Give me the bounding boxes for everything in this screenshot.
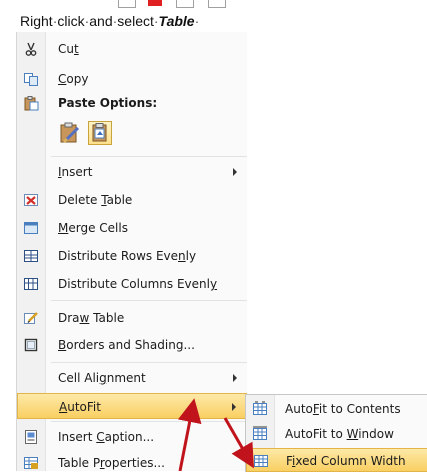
context-menu: Cut Copy Paste Options: Insert Delete Ta — [16, 32, 247, 471]
submenu-arrow-icon — [233, 374, 237, 382]
menu-item-cut[interactable]: Cut — [17, 36, 247, 62]
menu-item-label: Delete Table — [58, 193, 133, 207]
menu-item-autofit-contents[interactable]: AutoFit to Contents — [246, 397, 427, 421]
menu-item-cell-alignment[interactable]: Cell Alignment — [17, 365, 247, 391]
menu-item-table-properties[interactable]: Table Properties... — [17, 450, 247, 476]
menu-item-label: Copy — [58, 72, 89, 86]
menu-item-borders-shading[interactable]: Borders and Shading... — [17, 332, 247, 358]
red-highlight-fragment — [148, 0, 162, 6]
menu-item-label: AutoFit to Window — [285, 427, 394, 441]
menu-item-label: Draw Table — [58, 311, 125, 325]
menu-item-label: Distribute Rows Evenly — [58, 249, 197, 263]
paste-text-icon — [92, 123, 107, 142]
menu-item-label: AutoFit — [59, 400, 101, 414]
fixed-width-icon — [253, 453, 269, 469]
menu-item-autofit[interactable]: AutoFit — [17, 393, 247, 419]
autofit-submenu: AutoFit to Contents AutoFit to Window Fi… — [245, 394, 427, 472]
instruction-emphasis: Table — [158, 13, 195, 29]
autofit-contents-icon — [252, 401, 268, 417]
autofit-window-icon — [252, 426, 268, 442]
toolbar-button-fragment — [176, 0, 194, 8]
menu-item-label: Fixed Column Width — [286, 454, 406, 468]
paste-text-only-button[interactable] — [88, 121, 112, 145]
menu-item-merge-cells[interactable]: Merge Cells — [17, 215, 247, 241]
menu-item-label: Cut — [58, 42, 79, 56]
paste-keep-formatting-button[interactable] — [58, 121, 82, 145]
menu-item-insert[interactable]: Insert — [17, 159, 247, 185]
merge-cells-icon — [23, 220, 39, 236]
menu-item-fixed-column-width[interactable]: Fixed Column Width — [246, 448, 427, 472]
menu-item-label: Borders and Shading... — [58, 338, 195, 352]
menu-item-label: Paste Options: — [58, 96, 158, 110]
toolbar-button-fragment — [208, 0, 226, 8]
paste-icon — [23, 95, 39, 111]
menu-item-label: Insert — [58, 165, 93, 179]
menu-separator — [51, 156, 247, 157]
menu-separator — [51, 300, 247, 301]
distribute-rows-icon — [23, 248, 39, 264]
menu-item-label: Table Properties... — [58, 456, 165, 470]
scissors-icon — [23, 41, 39, 57]
menu-item-label: Insert Caption... — [58, 430, 155, 444]
menu-item-copy[interactable]: Copy — [17, 66, 247, 92]
menu-item-paste-options: Paste Options: — [17, 90, 247, 116]
toolbar-fragment — [0, 0, 427, 12]
distribute-columns-icon — [23, 276, 39, 292]
menu-item-distribute-rows[interactable]: Distribute Rows Evenly — [17, 243, 247, 269]
menu-item-distribute-columns[interactable]: Distribute Columns Evenly — [17, 271, 247, 297]
menu-item-delete-table[interactable]: Delete Table — [17, 187, 247, 213]
caption-icon — [23, 429, 39, 445]
copy-icon — [23, 71, 39, 87]
menu-separator — [51, 362, 247, 363]
menu-item-autofit-window[interactable]: AutoFit to Window — [246, 422, 427, 446]
menu-separator — [51, 421, 247, 422]
borders-icon — [23, 337, 39, 353]
menu-item-label: Merge Cells — [58, 221, 128, 235]
menu-item-label: AutoFit to Contents — [285, 402, 401, 416]
draw-table-icon — [23, 310, 39, 326]
instruction-text: Right·click·and·select·Table· — [20, 13, 200, 29]
delete-table-icon — [23, 192, 39, 208]
menu-item-draw-table[interactable]: Draw Table — [17, 305, 247, 331]
menu-item-label: Distribute Columns Evenly — [58, 277, 218, 291]
toolbar-button-fragment — [118, 0, 136, 8]
menu-item-insert-caption[interactable]: Insert Caption... — [17, 424, 247, 450]
table-properties-icon — [23, 455, 39, 471]
submenu-arrow-icon — [232, 403, 236, 411]
submenu-arrow-icon — [233, 168, 237, 176]
menu-item-label: Cell Alignment — [58, 371, 146, 385]
paste-format-icon — [60, 122, 80, 144]
